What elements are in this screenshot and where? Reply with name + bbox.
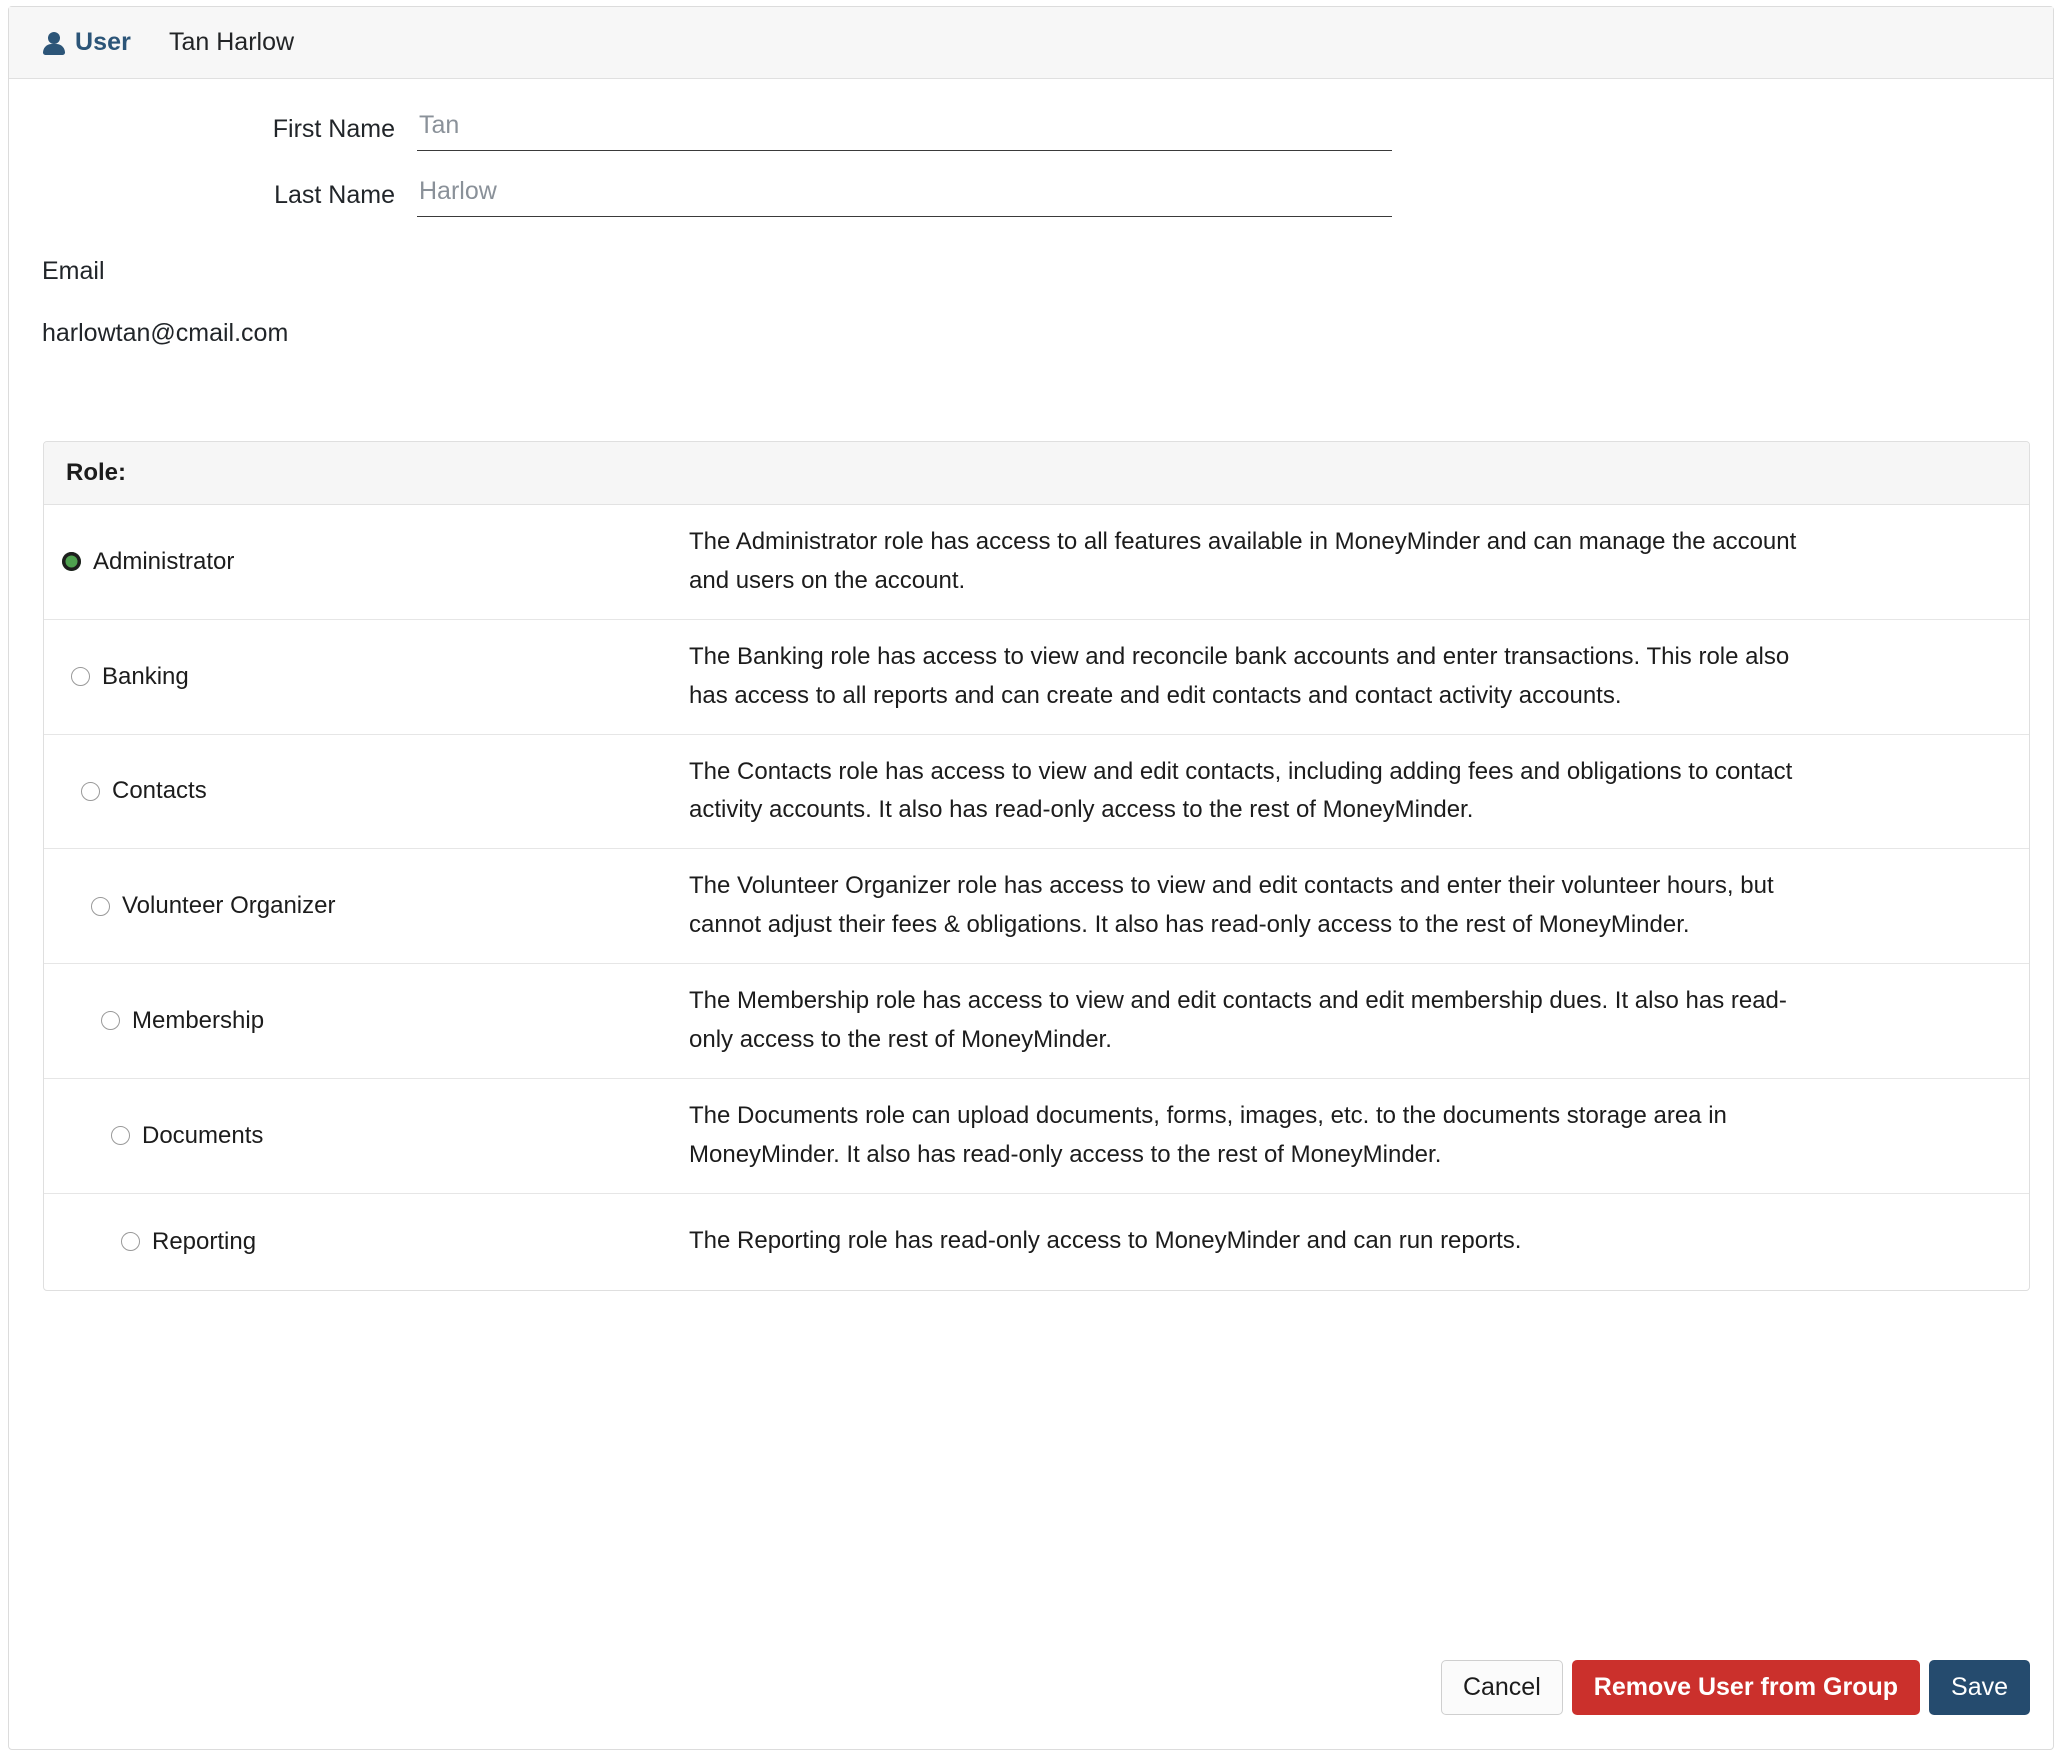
role-row[interactable]: Banking The Banking role has access to v…	[44, 620, 2029, 735]
role-description: The Administrator role has access to all…	[689, 528, 1797, 594]
role-row[interactable]: Administrator The Administrator role has…	[44, 505, 2029, 620]
role-label: Volunteer Organizer	[122, 892, 336, 920]
radio-reporting[interactable]	[121, 1232, 140, 1251]
user-edit-page: User Tan Harlow First Name Last Name Ema…	[0, 0, 2062, 1758]
role-label: Reporting	[152, 1227, 257, 1255]
first-name-label: First Name	[272, 115, 395, 143]
role-row[interactable]: Volunteer Organizer The Volunteer Organi…	[44, 849, 2029, 964]
role-label: Banking	[102, 662, 189, 690]
user-full-name: Tan Harlow	[169, 28, 295, 56]
first-name-input-wrap	[417, 107, 1392, 151]
radio-banking[interactable]	[71, 667, 90, 687]
role-row[interactable]: Documents The Documents role can upload …	[44, 1079, 2029, 1194]
role-row[interactable]: Membership The Membership role has acces…	[44, 964, 2029, 1079]
remove-user-from-group-button[interactable]: Remove User from Group	[1571, 1660, 1921, 1716]
role-description: The Reporting role has read-only access …	[689, 1227, 1522, 1255]
name-fields: First Name Last Name	[9, 79, 2053, 217]
radio-documents[interactable]	[111, 1126, 130, 1146]
role-label: Administrator	[93, 547, 235, 575]
last-name-row: Last Name	[9, 173, 2053, 217]
radio-membership[interactable]	[101, 1011, 120, 1031]
role-option-administrator[interactable]: Administrator	[44, 530, 689, 594]
role-label: Documents	[142, 1121, 264, 1149]
action-buttons: Cancel Remove User from Group Save	[43, 1660, 2030, 1716]
email-value: harlowtan@cmail.com	[42, 319, 289, 347]
role-row[interactable]: Contacts The Contacts role has access to…	[44, 735, 2029, 850]
role-description: The Membership role has access to view a…	[689, 987, 1787, 1053]
first-name-row: First Name	[9, 107, 2053, 151]
user-icon	[42, 30, 66, 56]
cancel-button[interactable]: Cancel	[1440, 1660, 1563, 1716]
role-option-banking[interactable]: Banking	[44, 645, 689, 709]
card-header-label: User	[75, 28, 131, 56]
email-block: Email harlowtan@cmail.com	[9, 257, 2053, 348]
last-name-label: Last Name	[274, 181, 395, 209]
role-description: The Documents role can upload documents,…	[689, 1101, 1727, 1168]
role-description: The Banking role has access to view and …	[689, 642, 1790, 709]
role-label: Membership	[132, 1006, 265, 1034]
role-description: The Volunteer Organizer role has access …	[689, 872, 1774, 939]
radio-volunteer-organizer[interactable]	[91, 896, 110, 916]
role-panel-header: Role:	[44, 442, 2029, 505]
role-description: The Contacts role has access to view and…	[689, 757, 1793, 824]
role-option-contacts[interactable]: Contacts	[44, 759, 689, 823]
radio-administrator[interactable]	[62, 552, 81, 572]
role-option-volunteer-organizer[interactable]: Volunteer Organizer	[44, 874, 689, 938]
role-row[interactable]: Reporting The Reporting role has read-on…	[44, 1194, 2029, 1290]
role-panel-title: Role:	[66, 459, 126, 486]
role-label: Contacts	[112, 777, 207, 805]
role-option-membership[interactable]: Membership	[44, 989, 689, 1053]
radio-contacts[interactable]	[81, 781, 100, 801]
email-label: Email	[42, 257, 105, 285]
role-option-reporting[interactable]: Reporting	[44, 1210, 689, 1274]
first-name-input[interactable]	[417, 107, 1392, 151]
last-name-input-wrap	[417, 173, 1392, 217]
role-panel: Role: Administrator The Administrator ro…	[43, 441, 2030, 1291]
role-option-documents[interactable]: Documents	[44, 1104, 689, 1168]
user-card: User Tan Harlow First Name Last Name Ema…	[8, 6, 2054, 1750]
card-header: User Tan Harlow	[9, 7, 2053, 79]
save-button[interactable]: Save	[1929, 1660, 2030, 1716]
last-name-input[interactable]	[417, 173, 1392, 217]
